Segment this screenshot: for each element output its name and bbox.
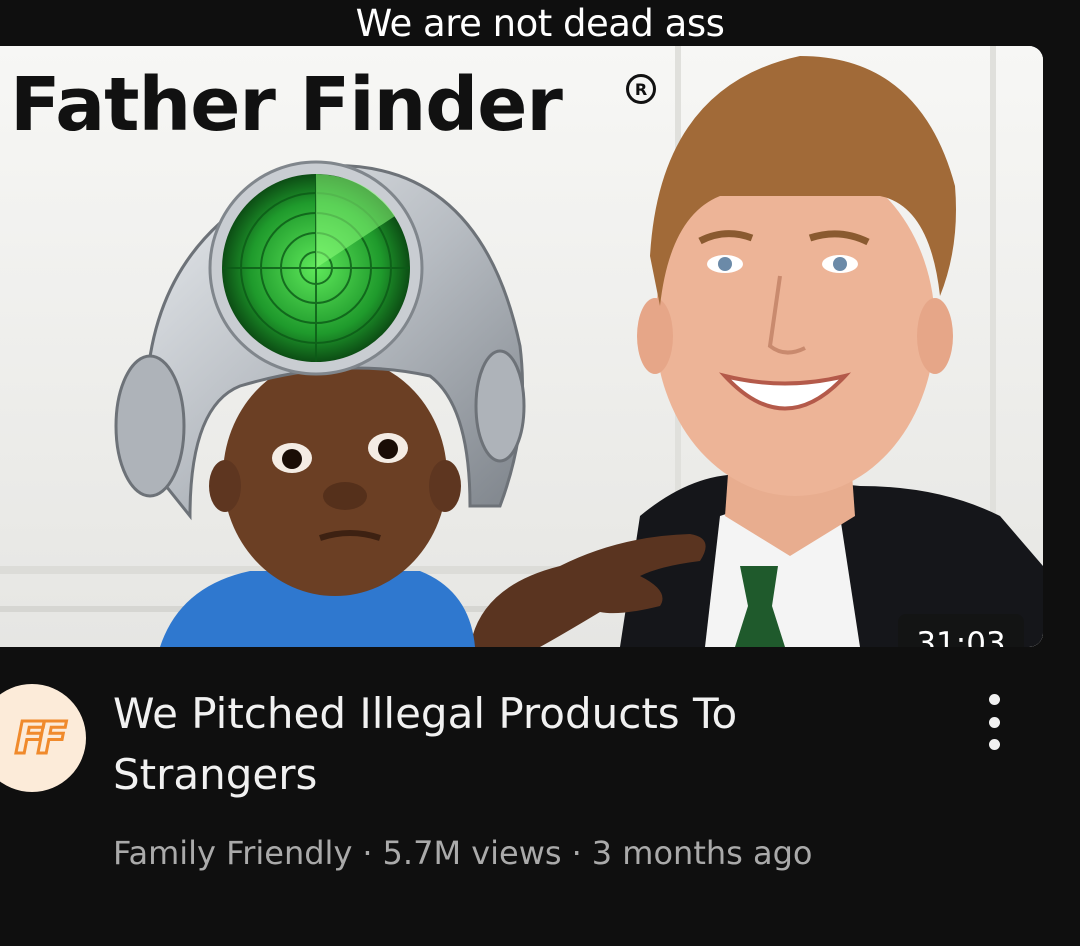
more-dot bbox=[988, 739, 1000, 750]
video-thumbnail[interactable]: Father Finder R 31:03 bbox=[0, 46, 1043, 647]
video-metadata: Family Friendly · 5.7M views · 3 months ago bbox=[113, 834, 812, 872]
view-count: 5.7M views bbox=[382, 834, 562, 872]
more-dot bbox=[988, 716, 1000, 728]
video-duration-badge: 31:03 bbox=[898, 614, 1024, 647]
video-title[interactable]: We Pitched Illegal Products To Strangers bbox=[113, 683, 873, 805]
thumbnail-title: Father Finder bbox=[10, 62, 563, 148]
overlay-caption: We are not dead ass bbox=[355, 1, 725, 45]
more-dot bbox=[988, 694, 1000, 705]
channel-avatar-logo: FF bbox=[13, 711, 68, 765]
channel-name[interactable]: Family Friendly bbox=[113, 834, 352, 872]
channel-avatar[interactable]: FF bbox=[0, 684, 86, 792]
registered-mark: R bbox=[626, 74, 656, 104]
more-vertical-icon[interactable] bbox=[974, 690, 1014, 754]
meta-separator: · bbox=[571, 834, 582, 872]
meta-separator: · bbox=[362, 834, 373, 872]
upload-age: 3 months ago bbox=[591, 834, 813, 872]
